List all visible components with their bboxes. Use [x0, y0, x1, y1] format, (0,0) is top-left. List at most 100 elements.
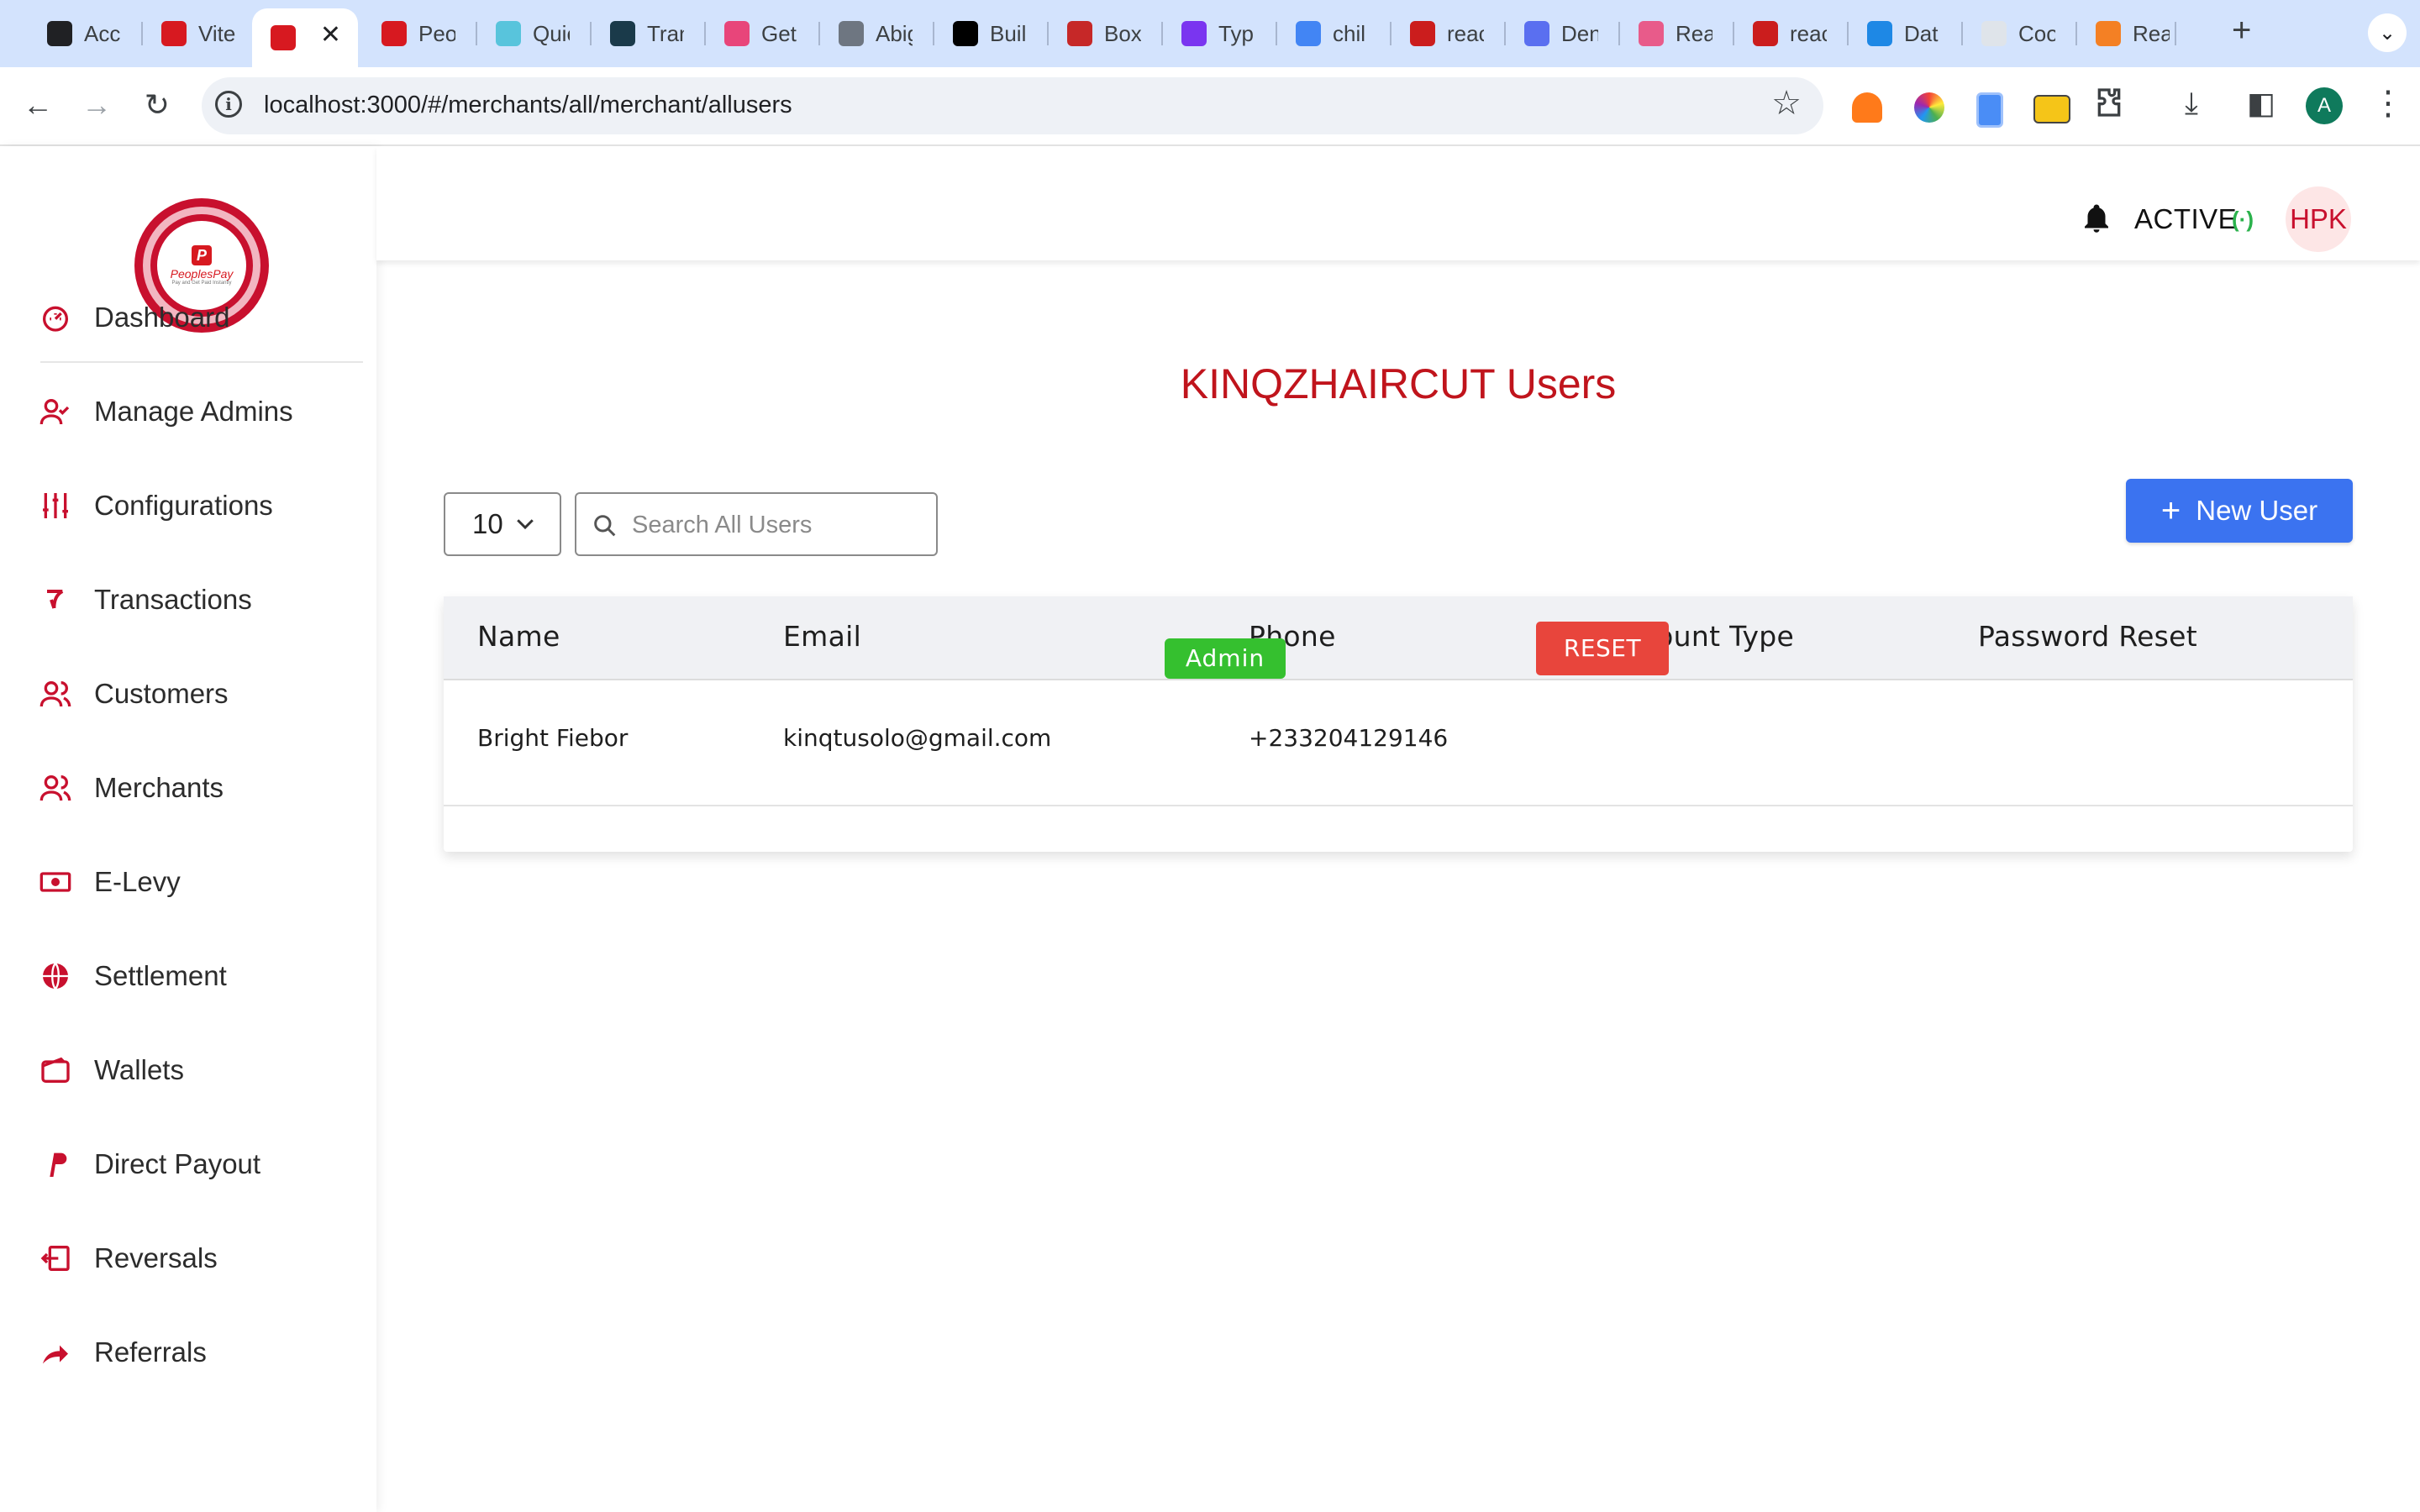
- browser-tab[interactable]: reac: [1392, 8, 1506, 59]
- browser-tab[interactable]: Tran: [592, 8, 706, 59]
- new-user-button[interactable]: + New User: [2126, 479, 2353, 543]
- sidebar-item-e-levy[interactable]: E-Levy: [39, 857, 181, 907]
- color-picker-extension-icon[interactable]: [1914, 92, 1944, 123]
- browser-tab[interactable]: Get: [706, 8, 820, 59]
- users-icon: [39, 677, 72, 711]
- browser-tab[interactable]: Coo: [1963, 8, 2077, 59]
- globe-icon: [39, 959, 72, 993]
- logo-tagline: Pay and Get Paid Instantly: [171, 281, 232, 286]
- bookmark-star-icon[interactable]: ☆: [1771, 84, 1802, 123]
- page-size-select[interactable]: 10: [444, 492, 561, 556]
- forward-button[interactable]: →: [76, 84, 118, 126]
- bootstrap-icon: [1181, 21, 1207, 46]
- github-icon: [839, 21, 864, 46]
- transactions-icon: [39, 583, 72, 617]
- sliders-icon: [39, 489, 72, 522]
- sidebar-item-direct-payout[interactable]: Direct Payout: [39, 1139, 260, 1189]
- sidebar-item-label: Referrals: [94, 1336, 207, 1368]
- wallet-icon: [39, 1053, 72, 1087]
- back-button[interactable]: ←: [17, 84, 59, 126]
- reset-password-button[interactable]: RESET: [1536, 622, 1669, 675]
- browser-tab-strip: Acc Vite ✕ Peo Quic Tran Get Abig Buil Box Typ chil…: [0, 0, 2420, 67]
- browser-tab[interactable]: Rea: [2077, 8, 2176, 59]
- blank-page-icon: [1981, 21, 2007, 46]
- sidebar-item-configurations[interactable]: Configurations: [39, 480, 273, 531]
- cell-name: Bright Fiebor: [477, 724, 629, 752]
- url-text[interactable]: localhost:3000/#/merchants/all/merchant/…: [264, 92, 792, 119]
- column-header-email[interactable]: Email: [783, 620, 861, 653]
- stackblitz-icon: [1524, 21, 1549, 46]
- browser-tab[interactable]: Box: [1049, 8, 1163, 59]
- sidebar-item-merchants[interactable]: Merchants: [39, 763, 224, 813]
- reload-button[interactable]: ↻: [136, 84, 178, 126]
- extension-icon[interactable]: [1852, 92, 1882, 123]
- browser-tab[interactable]: chil: [1277, 8, 1392, 59]
- peoplespay-icon: [271, 25, 296, 50]
- browser-tab-title: Den: [1561, 20, 1598, 46]
- address-bar[interactable]: i localhost:3000/#/merchants/all/merchan…: [202, 77, 1823, 134]
- page-title: KINQZHAIRCUT Users: [1180, 360, 1617, 407]
- browser-tab[interactable]: Dat: [1849, 8, 1963, 59]
- browser-tab-title: Tran: [647, 20, 684, 46]
- sidebar-item-label: Configurations: [94, 490, 273, 521]
- extension-icon[interactable]: [1976, 92, 2003, 128]
- sidebar-item-label: Dashboard: [94, 302, 230, 333]
- browser-tab-title: Acc: [84, 20, 121, 46]
- sidebar-item-settlement[interactable]: Settlement: [39, 951, 227, 1001]
- browser-tab[interactable]: Acc: [29, 8, 143, 59]
- sidebar-item-wallets[interactable]: Wallets: [39, 1045, 184, 1095]
- browser-tab-title: Coo: [2018, 20, 2055, 46]
- browser-menu-icon[interactable]: ⋮: [2371, 84, 2405, 123]
- column-header-name[interactable]: Name: [477, 620, 560, 653]
- sidebar-item-transactions[interactable]: Transactions: [39, 575, 252, 625]
- browser-tab[interactable]: Den: [1506, 8, 1620, 59]
- money-icon: [39, 865, 72, 899]
- logo-wordmark: PeoplesPay: [170, 267, 234, 281]
- react-icon: [1639, 21, 1664, 46]
- new-tab-button[interactable]: +: [2232, 12, 2251, 50]
- close-tab-icon[interactable]: ✕: [320, 20, 341, 50]
- site-info-icon[interactable]: i: [215, 91, 242, 118]
- extension-icon[interactable]: [2033, 95, 2070, 123]
- browser-tab[interactable]: ✕: [252, 8, 358, 67]
- sidebar-item-manage-admins[interactable]: Manage Admins: [39, 386, 293, 437]
- sidebar-divider: [40, 361, 363, 363]
- browser-tab[interactable]: Quic: [477, 8, 592, 59]
- share-icon: [39, 1336, 72, 1369]
- sidebar-item-customers[interactable]: Customers: [39, 669, 229, 719]
- sidebar-item-referrals[interactable]: Referrals: [39, 1327, 207, 1378]
- sidebar-item-reversals[interactable]: Reversals: [39, 1233, 218, 1284]
- users-table: Name Email Phone Account Type Password R…: [444, 596, 2353, 852]
- tab-search-button[interactable]: ⌄: [2368, 13, 2407, 52]
- browser-tab[interactable]: reac: [1734, 8, 1849, 59]
- reverse-icon: [39, 1242, 72, 1275]
- notification-bell-icon[interactable]: [2079, 202, 2114, 241]
- browser-tab-title: Dat: [1904, 20, 1939, 46]
- browser-profile-avatar[interactable]: A: [2306, 87, 2343, 124]
- browser-tab[interactable]: Rea: [1620, 8, 1734, 59]
- sidebar-item-label: Wallets: [94, 1054, 184, 1085]
- browser-tab[interactable]: Typ: [1163, 8, 1277, 59]
- column-header-password-reset[interactable]: Password Reset: [1978, 620, 2197, 653]
- search-users-field[interactable]: [575, 492, 938, 556]
- browser-tab[interactable]: Buil: [934, 8, 1049, 59]
- extensions-puzzle-icon[interactable]: [2092, 86, 2126, 127]
- user-avatar[interactable]: HPK: [2286, 186, 2351, 252]
- users-icon: [39, 771, 72, 805]
- sidebar-item-dashboard[interactable]: Dashboard: [39, 292, 229, 343]
- nextjs-icon: [953, 21, 978, 46]
- download-icon[interactable]: ⤓: [2185, 86, 2198, 122]
- search-input[interactable]: [630, 502, 928, 548]
- chevron-down-icon: [513, 511, 538, 540]
- browser-tab-title: Vite: [198, 20, 235, 46]
- user-check-icon: [39, 395, 72, 428]
- browser-tab[interactable]: Peo: [363, 8, 477, 59]
- gradient-icon: [724, 21, 750, 46]
- browser-tab[interactable]: Abig: [820, 8, 934, 59]
- broadcast-signal-icon: (·): [2232, 207, 2254, 232]
- react-icon: [496, 21, 521, 46]
- npm-icon: [1753, 21, 1778, 46]
- browser-tab[interactable]: Vite: [143, 8, 257, 59]
- side-panel-icon[interactable]: ◧: [2247, 86, 2275, 121]
- page-size-value: 10: [472, 508, 503, 539]
